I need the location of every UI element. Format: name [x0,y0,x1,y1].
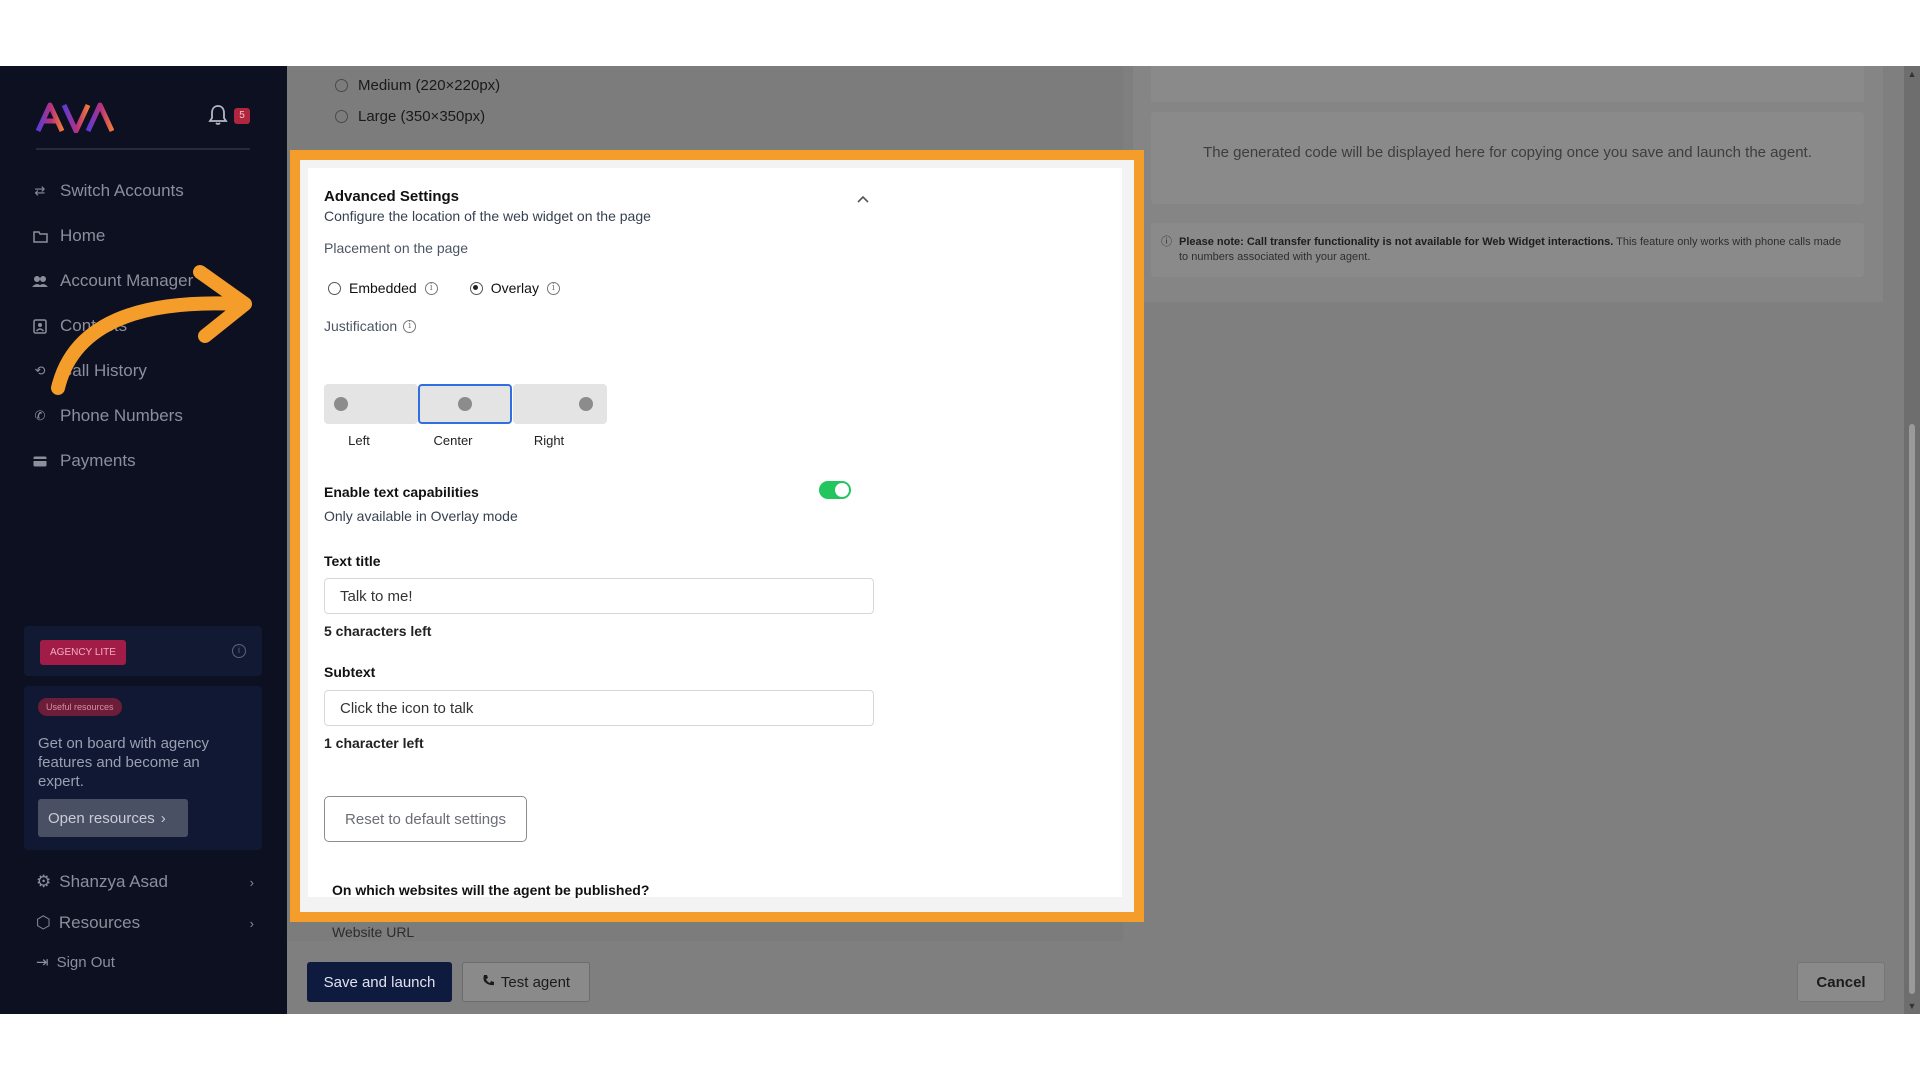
cancel-button[interactable]: Cancel [1797,962,1885,1002]
note-box: ⓘ Please note: Call transfer functionali… [1151,223,1864,277]
radio-embedded[interactable] [328,281,341,295]
resources-box: Useful resources Get on board with agenc… [24,686,262,850]
scroll-down-icon[interactable]: ▼ [1907,1001,1917,1011]
radio-overlay[interactable] [469,281,483,295]
text-title-label: Text title [324,553,381,569]
justification-label: Justification [324,318,398,334]
resources-text: Get on board with agency features and be… [38,735,209,790]
text-title-counter: 5 characters left [324,623,432,639]
app-logo[interactable] [35,100,115,142]
nav-phone-numbers[interactable]: ✆ Phone Numbers [32,403,183,429]
info-icon[interactable]: i [424,281,438,295]
scrollbar[interactable]: ▲ ▼ [1904,66,1920,1014]
widget-dot-icon [334,397,348,411]
info-icon[interactable]: i [232,644,246,658]
cube-icon: ⬡ [36,913,51,932]
preview-strip [1151,66,1864,102]
scroll-up-icon[interactable]: ▲ [1907,69,1917,79]
button-label: Open resources [48,809,155,827]
user-menu[interactable]: ⚙ Shanzya Asad › [36,872,254,892]
notification-badge: 5 [234,108,250,124]
advanced-settings-card: Advanced Settings Configure the location… [300,160,1134,912]
size-medium-option[interactable]: Medium (220×220px) [335,77,500,94]
nav-label: Payments [60,451,136,470]
subtext-input[interactable] [324,690,874,726]
option-embedded-label: Embedded [349,280,417,296]
radio-unchecked[interactable] [335,79,348,92]
subtext-label: Subtext [324,664,376,680]
chevron-right-icon: › [249,874,254,890]
chevron-right-icon: › [160,809,166,827]
chevron-up-icon[interactable] [857,190,869,203]
size-label: Large (350×350px) [358,108,486,125]
option-overlay-label: Overlay [490,280,539,296]
phone-icon [482,974,495,991]
justification-label-row: Justification i [324,318,417,334]
chevron-right-icon: › [249,915,254,931]
plan-badge: AGENCY LITE [40,640,126,665]
size-label: Medium (220×220px) [358,77,501,94]
nav-label: Home [60,226,106,245]
generated-code-box: The generated code will be displayed her… [1151,112,1864,204]
user-gear-icon: ⚙ [36,872,52,891]
placement-options: Embedded i Overlay i [328,280,560,296]
notification-bell-icon[interactable] [208,104,230,126]
button-label: Test agent [500,973,571,991]
nav-switch-accounts[interactable]: ⇄ Switch Accounts [32,178,184,204]
app-frame: 5 ⇄ Switch Accounts Home Account Manager… [0,66,1920,1014]
phone-icon: ✆ [34,408,46,423]
radio-unchecked[interactable] [335,110,348,123]
size-large-option[interactable]: Large (350×350px) [335,108,485,125]
tutorial-arrow-icon [51,265,252,395]
text-title-input[interactable] [324,578,874,614]
advanced-settings-panel: Advanced Settings Configure the location… [308,168,1122,897]
nav-label: Phone Numbers [60,406,183,425]
text-capabilities-hint: Only available in Overlay mode [324,508,518,524]
websites-question: On which websites will the agent be publ… [332,882,650,898]
code-placeholder: The generated code will be displayed her… [1203,144,1812,161]
sign-out-icon: ⇥ [36,954,49,971]
note-bold: Please note: Call transfer functionality… [1179,236,1614,248]
text-capabilities-toggle[interactable] [819,481,851,499]
card-icon [32,453,48,469]
nav-payments[interactable]: Payments [32,448,136,474]
text-capabilities-label: Enable text capabilities [324,484,479,500]
reset-default-button[interactable]: Reset to default settings [324,796,527,842]
resources-menu[interactable]: ⬡ Resources › [36,913,254,933]
nav-label: Switch Accounts [60,181,184,200]
info-icon[interactable]: i [546,281,560,295]
sidebar: 5 ⇄ Switch Accounts Home Account Manager… [0,66,287,1014]
justify-center-label: Center [433,433,473,448]
justify-center-button[interactable] [418,384,512,424]
justify-left-label: Left [348,433,370,448]
sign-out-link[interactable]: ⇥ Sign Out [36,953,254,972]
test-agent-button[interactable]: Test agent [462,962,590,1002]
section-title: Advanced Settings [324,188,460,205]
info-icon: ⓘ [1161,236,1172,248]
section-subtitle: Configure the location of the web widget… [324,208,651,224]
nav-home[interactable]: Home [32,223,105,249]
justify-right-button[interactable] [513,384,607,424]
sign-out-label: Sign Out [56,953,115,971]
widget-dot-icon [458,397,472,411]
website-url-label: Website URL [332,924,415,940]
justify-left-button[interactable] [324,384,418,424]
user-name: Shanzya Asad [59,872,168,891]
widget-dot-icon [579,397,593,411]
plan-box: AGENCY LITE i [24,626,262,676]
subtext-counter: 1 character left [324,735,424,751]
resources-badge: Useful resources [38,698,122,716]
folder-icon [32,228,48,244]
switch-icon: ⇄ [34,183,46,198]
placement-label: Placement on the page [324,240,468,256]
save-and-launch-button[interactable]: Save and launch [307,962,452,1002]
resources-label: Resources [58,913,141,932]
divider [36,148,250,150]
justify-right-label: Right [533,433,565,448]
scroll-thumb[interactable] [1909,424,1915,994]
info-icon[interactable]: i [403,319,417,333]
open-resources-button[interactable]: Open resources › [38,799,188,837]
